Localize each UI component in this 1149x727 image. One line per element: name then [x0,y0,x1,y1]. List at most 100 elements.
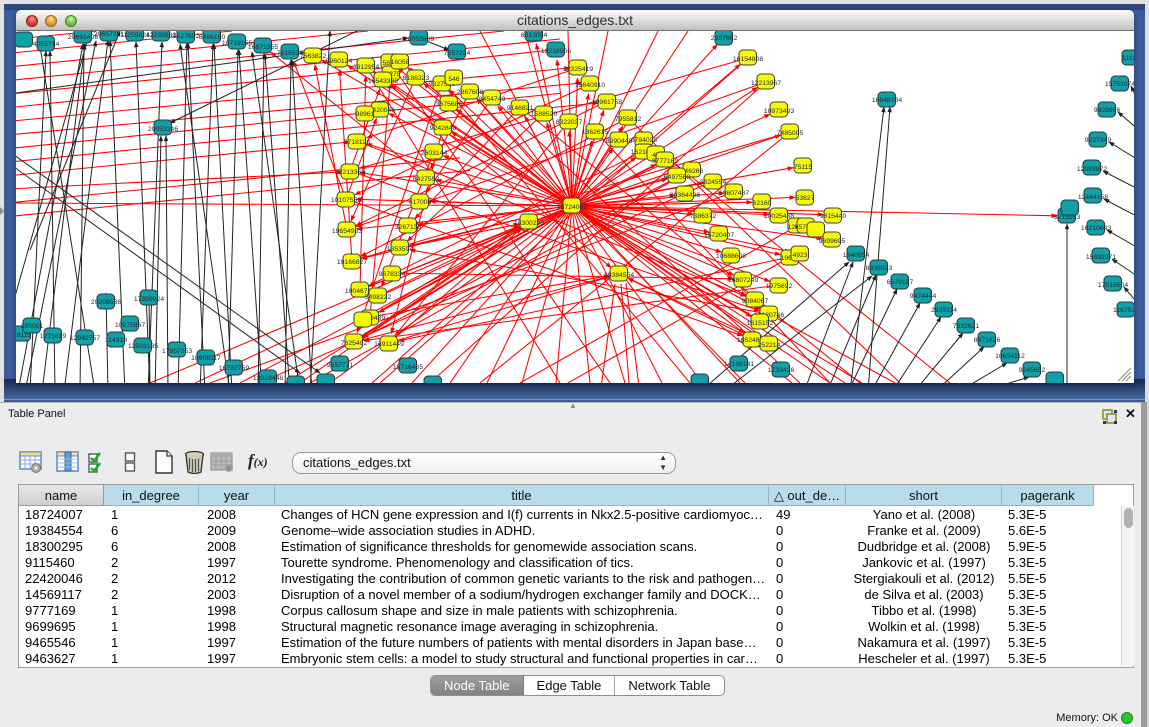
svg-text:8322037: 8322037 [556,119,583,126]
svg-text:1640954: 1640954 [843,252,870,259]
svg-text:19218506: 19218506 [541,48,571,55]
svg-text:10654112: 10654112 [995,353,1025,360]
svg-text:9245652: 9245652 [1019,367,1046,374]
svg-text:16648784: 16648784 [872,97,902,104]
svg-text:8912954: 8912954 [353,64,380,71]
svg-text:185081: 185081 [21,323,44,330]
svg-text:546: 546 [448,76,460,83]
svg-text:16053809: 16053809 [404,36,434,43]
svg-text:16782759: 16782759 [219,365,249,372]
svg-text:15716485: 15716485 [393,364,423,371]
svg-text:9242848: 9242848 [430,125,457,132]
svg-text:8938923: 8938923 [866,265,893,272]
svg-text:15751074: 15751074 [1105,81,1134,88]
svg-text:19384554: 19384554 [604,272,634,279]
svg-text:12923448: 12923448 [253,375,283,382]
svg-text:7485005: 7485005 [777,130,804,137]
svg-text:9474444: 9474444 [910,293,937,300]
svg-text:98961: 98961 [356,111,375,118]
svg-text:7632621: 7632621 [953,323,980,330]
svg-text:10973493: 10973493 [764,108,794,115]
svg-text:1362615: 1362615 [582,129,609,136]
svg-text:2718126: 2718126 [344,139,371,146]
svg-text:17957253: 17957253 [162,348,192,355]
svg-text:10958117: 10958117 [191,355,221,362]
svg-text:15720407: 15720407 [704,232,734,239]
svg-text:11123: 11123 [1122,55,1134,62]
svg-text:19166827: 19166827 [337,259,367,266]
svg-text:9657771: 9657771 [327,362,354,369]
svg-text:12239580: 12239580 [146,32,176,39]
svg-text:10961758: 10961758 [592,99,622,106]
svg-text:1615152: 1615152 [747,320,774,327]
svg-text:8186323: 8186323 [403,75,430,82]
svg-text:10807487: 10807487 [719,190,749,197]
svg-text:252214: 252214 [758,342,781,349]
svg-text:12213369: 12213369 [335,169,365,176]
svg-text:417006: 417006 [409,199,432,206]
svg-text:8813054: 8813054 [521,32,548,39]
svg-text:9084067: 9084067 [742,298,769,305]
svg-text:3675685: 3675685 [436,101,463,108]
svg-text:1527602: 1527602 [173,33,200,40]
svg-text:1975692: 1975692 [766,283,793,290]
svg-text:20206536: 20206536 [91,299,121,306]
svg-text:3824554: 3824554 [700,179,727,186]
svg-text:3267130: 3267130 [395,224,422,231]
svg-text:9329966: 9329966 [1094,107,1121,114]
svg-text:5498222: 5498222 [365,294,392,301]
svg-text:19654983: 19654983 [332,228,362,235]
svg-text:16058: 16058 [391,59,410,66]
svg-text:12503135: 12503135 [128,343,158,350]
svg-text:16210643: 16210643 [1081,225,1111,232]
svg-text:20364436: 20364436 [670,192,700,199]
svg-text:2867608: 2867608 [457,89,484,96]
svg-text:53627: 53627 [796,195,815,202]
svg-text:6679197: 6679197 [887,279,914,286]
svg-text:1215619: 1215619 [40,333,67,340]
svg-text:17359924: 17359924 [134,296,164,303]
svg-text:16543382: 16543382 [368,78,398,85]
svg-text:7563822: 7563822 [300,53,327,60]
svg-text:2603144: 2603144 [421,150,448,157]
svg-text:10107553: 10107553 [331,197,361,204]
svg-text:9777169: 9777169 [652,158,679,165]
svg-text:4055714: 4055714 [33,41,60,48]
svg-text:16911449: 16911449 [374,341,404,348]
svg-text:14136141: 14136141 [724,361,754,368]
svg-text:10688609: 10688609 [716,253,746,260]
svg-text:7357224: 7357224 [444,50,471,57]
svg-text:12325419: 12325419 [563,66,593,73]
svg-text:16807249: 16807249 [728,277,758,284]
svg-text:17016504: 17016504 [1098,282,1128,289]
svg-text:9699695: 9699695 [819,238,846,245]
svg-text:7386372: 7386372 [690,213,717,220]
svg-text:16671355: 16671355 [248,44,278,51]
svg-text:12444158: 12444158 [1078,194,1108,201]
svg-text:6794028: 6794028 [631,137,658,144]
svg-text:16154808: 16154808 [733,56,763,63]
svg-text:20053346: 20053346 [148,126,178,133]
svg-text:18724007: 18724007 [557,204,587,211]
svg-text:9227349: 9227349 [1085,137,1112,144]
svg-text:15692971: 15692971 [1086,254,1116,261]
svg-text:7625402: 7625402 [341,340,368,347]
svg-text:10975867: 10975867 [115,322,145,329]
svg-text:8960124: 8960124 [326,58,353,65]
svg-text:1167533: 1167533 [1113,307,1134,314]
svg-text:75115: 75115 [794,164,813,171]
svg-text:12093872: 12093872 [1077,166,1107,173]
svg-text:1588520: 1588520 [531,111,558,118]
svg-text:8427552: 8427552 [413,176,440,183]
svg-text:12213967: 12213967 [751,80,781,87]
svg-text:8678334: 8678334 [379,271,406,278]
svg-text:7955812: 7955812 [615,116,642,123]
svg-text:12942757: 12942757 [70,335,100,342]
svg-text:8471626: 8471626 [974,337,1001,344]
svg-text:9146821: 9146821 [507,105,534,112]
svg-text:9815440: 9815440 [820,213,847,220]
svg-text:4923: 4923 [792,252,807,259]
svg-text:6497568: 6497568 [664,174,691,181]
svg-text:8454749: 8454749 [479,96,506,103]
svg-text:8990448: 8990448 [606,138,633,145]
